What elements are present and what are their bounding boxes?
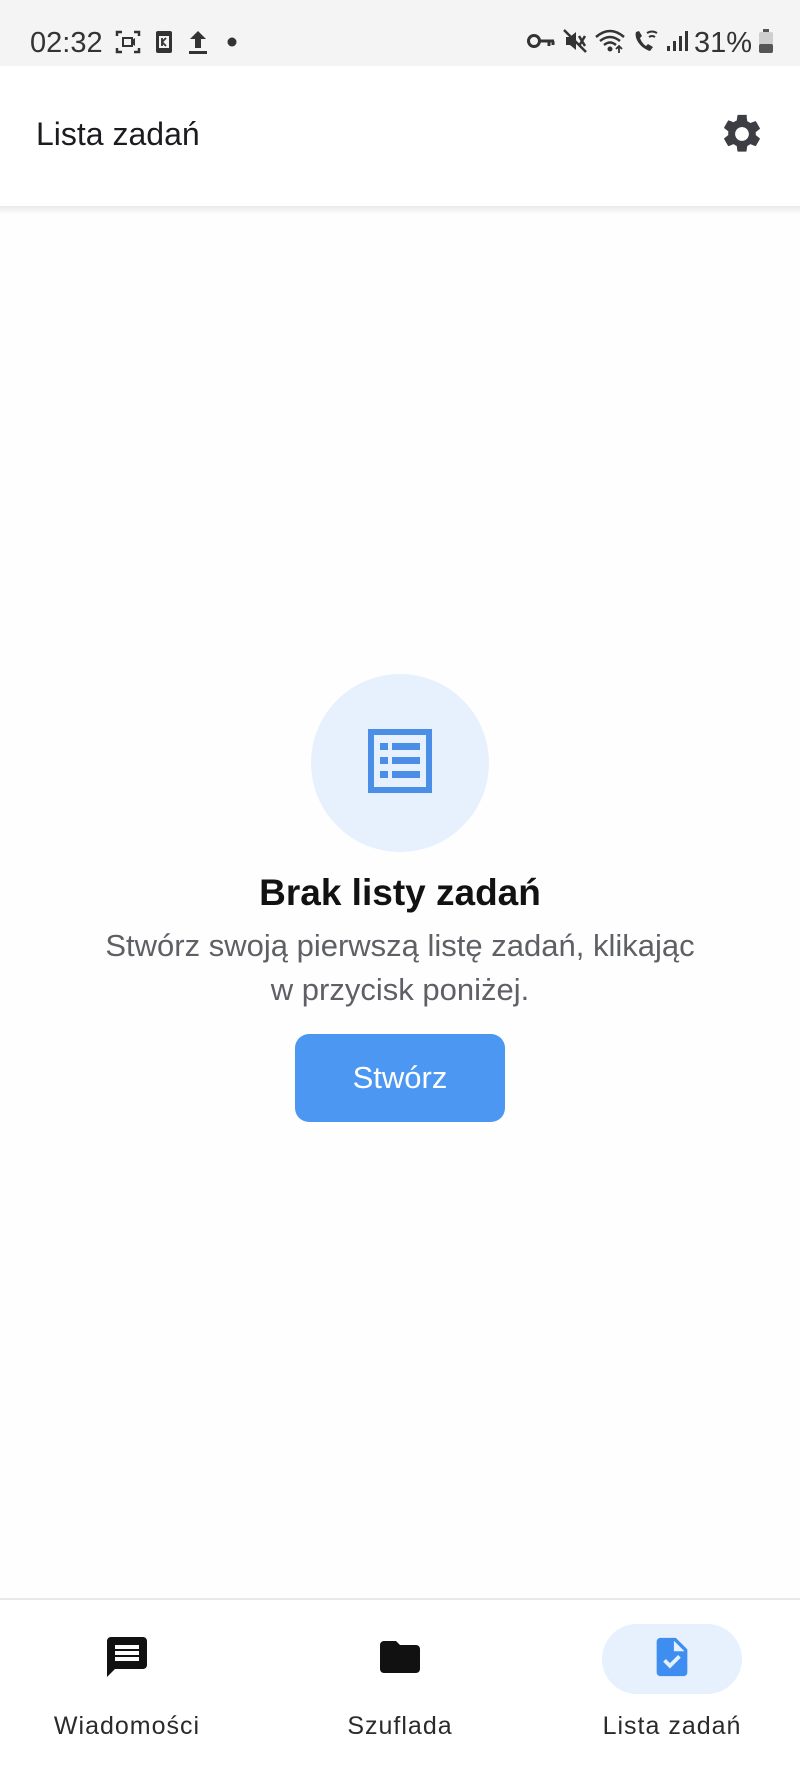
empty-state-illustration bbox=[311, 674, 489, 852]
status-time: 02:32 bbox=[30, 27, 103, 59]
upload-icon bbox=[184, 28, 212, 56]
nav-icon-container bbox=[57, 1624, 197, 1694]
nav-icon-container-active bbox=[602, 1624, 742, 1694]
task-document-icon bbox=[649, 1634, 695, 1685]
create-button[interactable]: Stwórz bbox=[295, 1034, 505, 1122]
screen-record-icon bbox=[114, 28, 142, 56]
folder-icon bbox=[376, 1633, 424, 1686]
signal-icon bbox=[666, 29, 688, 58]
list-document-icon bbox=[366, 727, 434, 800]
nav-icon-container bbox=[330, 1624, 470, 1694]
nav-item-task-list[interactable]: Lista zadań bbox=[572, 1624, 772, 1754]
page-title: Lista zadań bbox=[36, 116, 200, 152]
message-icon bbox=[103, 1633, 151, 1686]
nav-label: Wiadomości bbox=[53, 1712, 201, 1740]
notification-dot-icon bbox=[222, 28, 250, 56]
battery-icon bbox=[758, 28, 774, 59]
nav-label: Lista zadań bbox=[602, 1712, 742, 1740]
nav-item-drawer[interactable]: Szuflada bbox=[300, 1624, 500, 1754]
status-bar: 02:32 31% bbox=[0, 0, 800, 66]
nav-item-messages[interactable]: Wiadomości bbox=[27, 1624, 227, 1754]
app-bar: Lista zadań bbox=[0, 66, 800, 206]
app-bar-shadow bbox=[0, 206, 800, 214]
app-notification-icon bbox=[150, 28, 178, 56]
bottom-nav: Wiadomości Szuflada Lista zadań bbox=[0, 1600, 800, 1778]
wifi-icon bbox=[594, 28, 626, 59]
empty-state-subtitle: Stwórz swoją pierwszą listę zadań, klika… bbox=[105, 928, 695, 1007]
wifi-calling-icon bbox=[632, 28, 660, 59]
settings-button[interactable] bbox=[714, 108, 770, 164]
vpn-key-icon bbox=[526, 29, 556, 58]
battery-percentage: 31% bbox=[693, 27, 752, 59]
gear-icon bbox=[719, 111, 765, 162]
empty-state-title: Brak listy zadań bbox=[259, 872, 541, 913]
mute-icon bbox=[562, 28, 588, 59]
nav-label: Szuflada bbox=[347, 1712, 453, 1740]
status-right-group: 31% bbox=[526, 26, 774, 60]
